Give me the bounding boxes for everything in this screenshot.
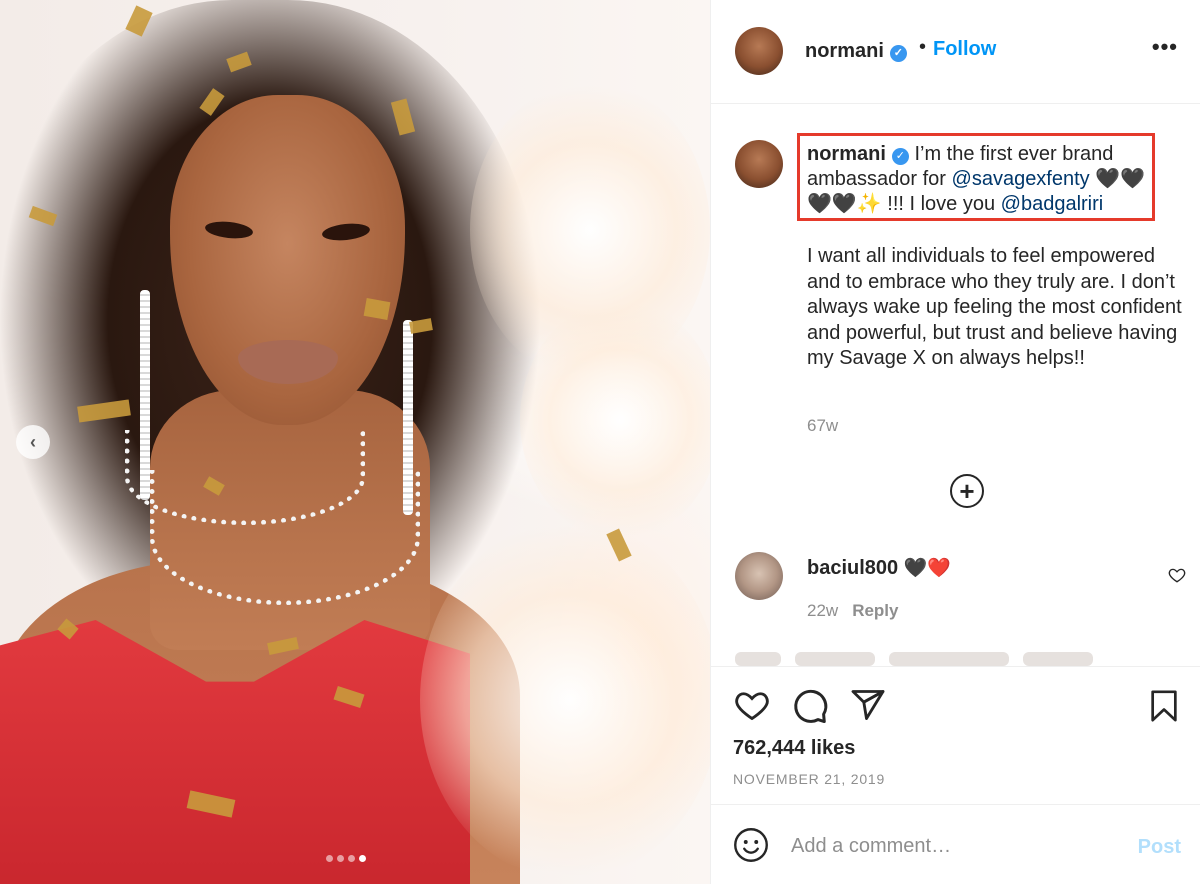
heart-icon[interactable] xyxy=(733,687,771,723)
carousel-dot xyxy=(337,855,344,862)
reply-button[interactable]: Reply xyxy=(852,601,898,620)
likes-count[interactable]: 762,444 likes xyxy=(733,737,855,760)
comment-meta: 22w Reply xyxy=(807,601,898,621)
previous-slide-button[interactable]: ‹ xyxy=(16,425,50,459)
verified-icon: ✓ xyxy=(891,148,909,165)
caption-timestamp[interactable]: 67w xyxy=(807,416,838,436)
load-more-comments-button[interactable]: + xyxy=(950,474,984,508)
post-date[interactable]: NOVEMBER 21, 2019 xyxy=(733,771,885,787)
emoji-icon[interactable] xyxy=(733,827,769,863)
header-username[interactable]: normani ✓ xyxy=(805,40,907,63)
separator-dot: • xyxy=(919,36,927,58)
comment-input[interactable] xyxy=(791,831,1111,861)
chevron-left-icon: ‹ xyxy=(30,431,36,452)
comment-avatar[interactable] xyxy=(735,552,783,600)
add-comment-bar: Post xyxy=(711,804,1200,884)
comment-username[interactable]: baciul800 xyxy=(807,557,898,579)
avatar[interactable] xyxy=(735,27,783,75)
post-comment-button[interactable]: Post xyxy=(1138,836,1181,859)
comment-icon[interactable] xyxy=(791,687,829,725)
post-header: normani ✓ • Follow ••• xyxy=(711,0,1200,104)
partial-comment-row xyxy=(735,652,1195,666)
plus-icon: + xyxy=(959,476,975,506)
caption-username[interactable]: normani xyxy=(807,143,886,165)
post-sidebar: normani ✓ • Follow ••• normani ✓ I’m the f… xyxy=(710,0,1200,884)
bookmark-icon[interactable] xyxy=(1147,687,1181,725)
mention-link[interactable]: @badgalriri xyxy=(1001,193,1104,215)
post-image: ‹ xyxy=(0,0,710,884)
comment-text: 🖤❤️ xyxy=(898,558,951,579)
comment: baciul800 🖤❤️ xyxy=(807,556,951,580)
carousel-dot-active xyxy=(359,855,366,862)
carousel-indicator xyxy=(326,855,366,862)
share-icon[interactable] xyxy=(849,687,887,723)
follow-button[interactable]: Follow xyxy=(933,38,996,61)
comment-timestamp[interactable]: 22w xyxy=(807,601,838,620)
more-options-icon[interactable]: ••• xyxy=(1152,34,1178,60)
caption-body: I want all individuals to feel empowered… xyxy=(807,245,1182,369)
carousel-dot xyxy=(326,855,333,862)
comment-heart-icon[interactable] xyxy=(1168,566,1186,584)
caption-headline: normani ✓ I’m the first ever brand ambass… xyxy=(807,142,1152,217)
post-actions: 762,444 likes NOVEMBER 21, 2019 xyxy=(711,666,1200,804)
verified-icon: ✓ xyxy=(889,45,907,62)
mention-link[interactable]: @savagexfenty xyxy=(952,168,1090,190)
caption-avatar[interactable] xyxy=(735,140,783,188)
carousel-dot xyxy=(348,855,355,862)
